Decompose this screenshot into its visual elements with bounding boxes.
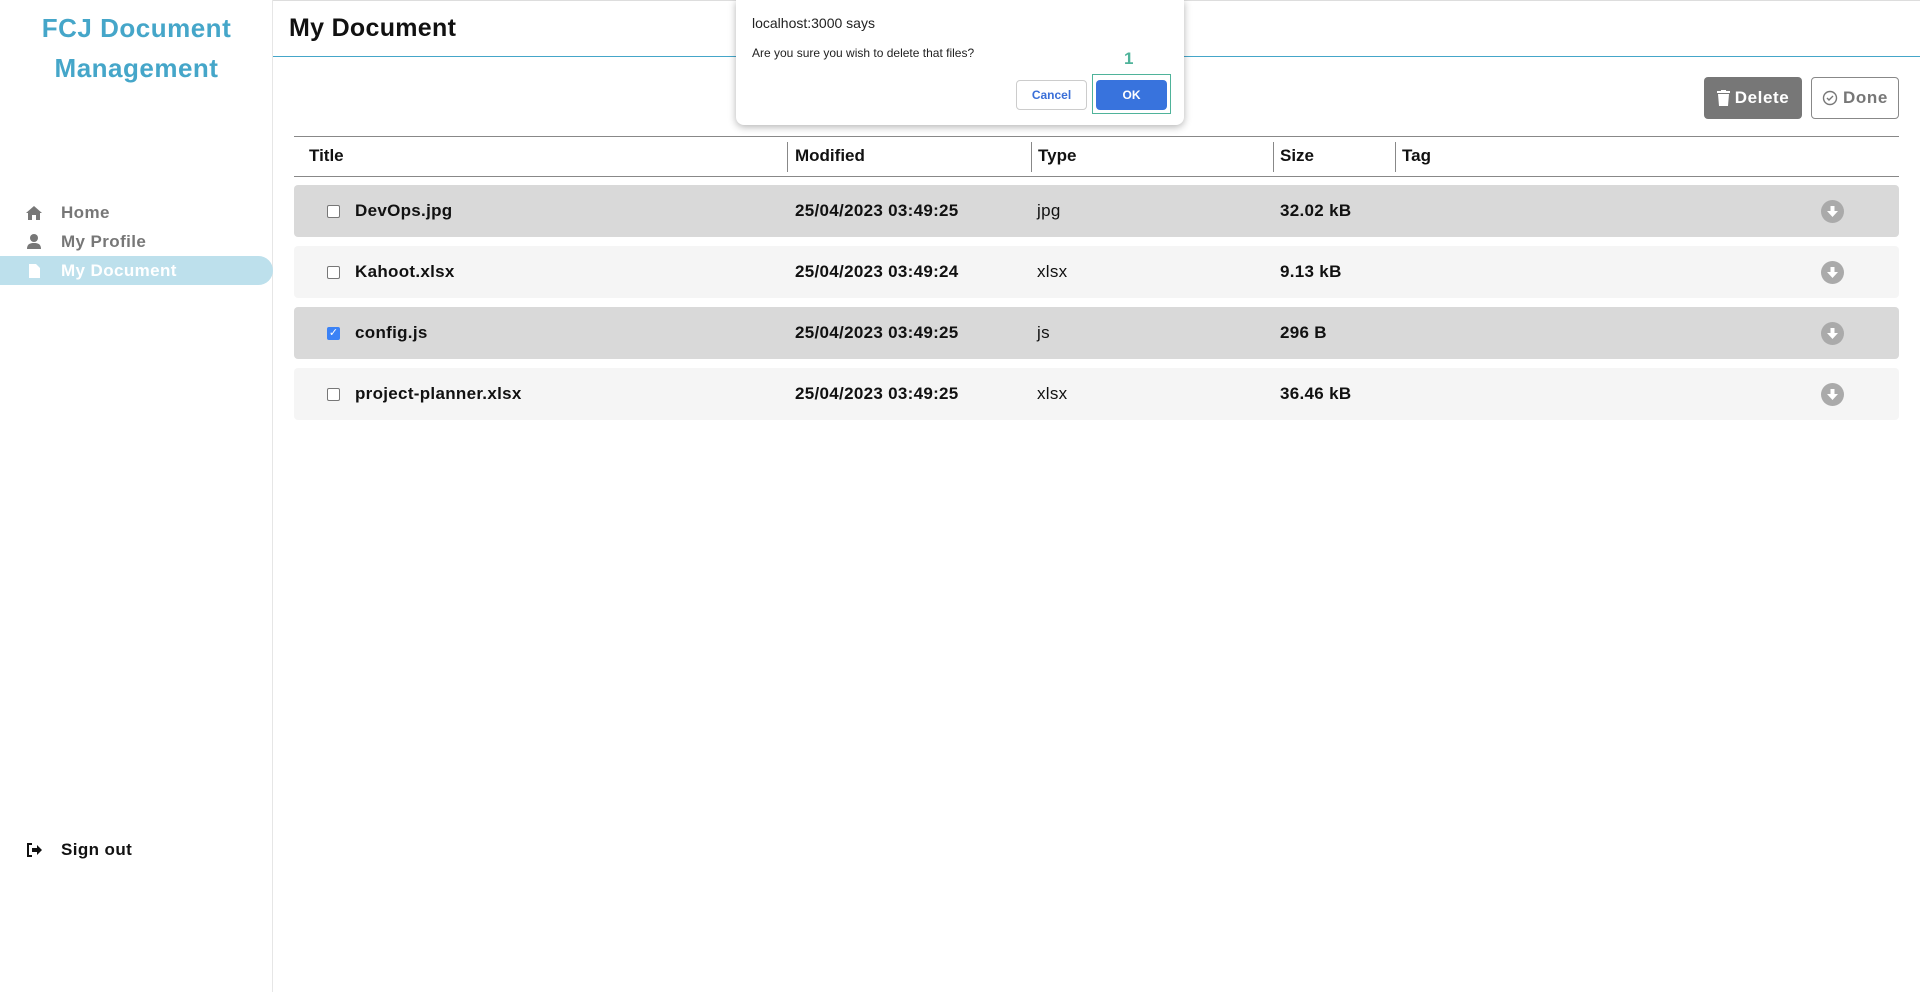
user-icon (24, 234, 44, 249)
sidebar-item-label: Home (61, 202, 110, 222)
done-button[interactable]: Done (1811, 77, 1899, 119)
download-icon[interactable] (1821, 261, 1844, 284)
row-checkbox[interactable] (327, 266, 340, 279)
column-divider[interactable] (1031, 142, 1032, 172)
cancel-button[interactable]: Cancel (1016, 80, 1087, 110)
download-icon[interactable] (1821, 383, 1844, 406)
column-header-title[interactable]: Title (309, 146, 344, 166)
cell-title[interactable]: config.js (355, 307, 428, 359)
column-divider[interactable] (1273, 142, 1274, 172)
sidebar-item-home[interactable]: Home (0, 198, 273, 227)
cell-modified: 25/04/2023 03:49:24 (795, 262, 959, 281)
file-icon (24, 263, 44, 278)
marker-number: 1 (1124, 49, 1134, 68)
sidebar-item-my-document[interactable]: My Document (0, 256, 273, 285)
dialog-message: Are you sure you wish to delete that fil… (752, 46, 975, 60)
sign-out-icon (24, 842, 44, 857)
check-circle-icon (1822, 90, 1838, 106)
cell-type: js (1037, 323, 1050, 342)
column-divider[interactable] (787, 142, 788, 172)
table-row[interactable]: Kahoot.xlsx 25/04/2023 03:49:24 xlsx 9.1… (294, 246, 1899, 298)
row-checkbox[interactable] (327, 388, 340, 401)
row-checkbox[interactable]: ✓ (327, 327, 340, 340)
sidebar: FCJ Document Management Home My Profile M… (0, 0, 273, 992)
sidebar-item-label: My Profile (61, 231, 147, 251)
cell-type: xlsx (1037, 262, 1068, 281)
cell-modified: 25/04/2023 03:49:25 (795, 384, 959, 403)
column-divider[interactable] (1395, 142, 1396, 172)
delete-button[interactable]: Delete (1704, 77, 1802, 119)
ok-button[interactable]: OK (1096, 80, 1167, 110)
done-label: Done (1843, 88, 1888, 107)
cell-size: 296 B (1280, 323, 1327, 342)
table-row[interactable]: project-planner.xlsx 25/04/2023 03:49:25… (294, 368, 1899, 420)
brand-line2: Management (54, 53, 219, 83)
brand-logo: FCJ Document Management (0, 8, 273, 88)
row-checkbox[interactable] (327, 205, 340, 218)
cell-modified: 25/04/2023 03:49:25 (795, 201, 959, 220)
column-header-modified[interactable]: Modified (795, 146, 865, 166)
sidebar-item-label: My Document (61, 260, 177, 280)
cell-type: jpg (1037, 201, 1061, 220)
cell-size: 36.46 kB (1280, 384, 1352, 403)
column-header-type[interactable]: Type (1038, 146, 1076, 166)
sign-out-button[interactable]: Sign out (0, 835, 273, 864)
cell-title[interactable]: project-planner.xlsx (355, 368, 522, 420)
delete-label: Delete (1734, 88, 1790, 107)
home-icon (24, 205, 44, 220)
table-row[interactable]: ✓ config.js 25/04/2023 03:49:25 js 296 B (294, 307, 1899, 359)
page-title: My Document (289, 14, 457, 42)
cell-size: 9.13 kB (1280, 262, 1342, 281)
download-icon[interactable] (1821, 322, 1844, 345)
trash-icon (1716, 90, 1730, 106)
cell-size: 32.02 kB (1280, 201, 1352, 220)
confirm-dialog: localhost:3000 says Are you sure you wis… (736, 0, 1184, 125)
column-header-tag[interactable]: Tag (1402, 146, 1431, 166)
download-icon[interactable] (1821, 200, 1844, 223)
cell-type: xlsx (1037, 384, 1068, 403)
dialog-title: localhost:3000 says (752, 15, 875, 31)
sign-out-label: Sign out (61, 839, 133, 859)
cell-title[interactable]: DevOps.jpg (355, 185, 452, 237)
table-header-border (294, 176, 1899, 177)
table-top-border (294, 136, 1899, 137)
cell-title[interactable]: Kahoot.xlsx (355, 246, 455, 298)
column-header-size[interactable]: Size (1280, 146, 1314, 166)
table-row[interactable]: DevOps.jpg 25/04/2023 03:49:25 jpg 32.02… (294, 185, 1899, 237)
brand-line1: FCJ Document (41, 13, 232, 43)
cell-modified: 25/04/2023 03:49:25 (795, 323, 959, 342)
sidebar-item-my-profile[interactable]: My Profile (0, 227, 273, 256)
